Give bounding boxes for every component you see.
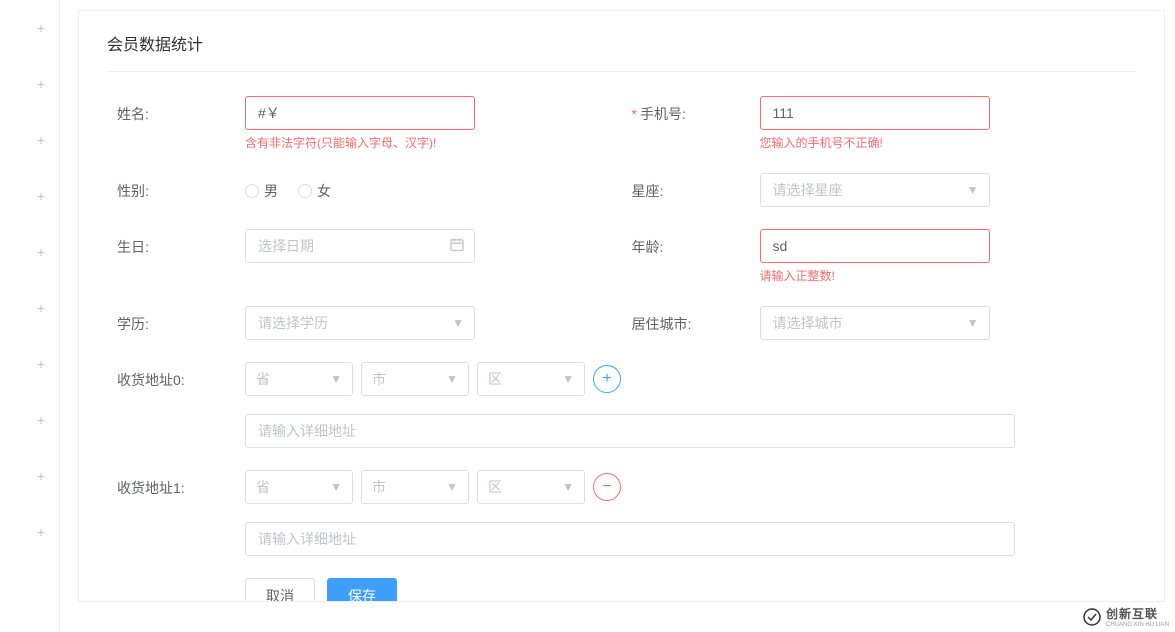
phone-error: 您输入的手机号不正确! [760, 134, 990, 151]
plus-icon: + [37, 300, 45, 316]
chevron-down-icon: ▼ [446, 372, 458, 386]
page-title: 会员数据统计 [107, 31, 1136, 72]
addr0-detail-input[interactable] [245, 414, 1015, 448]
phone-label: *手机号: [622, 96, 760, 124]
calendar-icon [449, 237, 465, 256]
plus-icon: + [37, 76, 45, 92]
select-placeholder: 请选择城市 [773, 313, 843, 333]
education-select[interactable]: 请选择学历 ▼ [245, 306, 475, 340]
save-button[interactable]: 保存 [327, 578, 397, 602]
zodiac-select[interactable]: 请选择星座 ▼ [760, 173, 990, 207]
sidebar-item[interactable]: + [0, 504, 59, 560]
sidebar-item[interactable]: + [0, 448, 59, 504]
age-label: 年龄: [622, 229, 760, 257]
gender-female-radio[interactable]: 女 [298, 181, 331, 201]
plus-icon: + [37, 244, 45, 260]
sidebar-item[interactable]: + [0, 168, 59, 224]
watermark-sub: CHUANG XIN HU LIAN [1106, 622, 1169, 628]
gender-male-radio[interactable]: 男 [245, 181, 278, 201]
plus-icon: + [37, 412, 45, 428]
cancel-button[interactable]: 取消 [245, 578, 315, 602]
chevron-down-icon: ▼ [446, 480, 458, 494]
select-placeholder: 请选择学历 [258, 313, 328, 333]
minus-icon: − [602, 478, 611, 496]
name-input[interactable] [245, 96, 475, 130]
chevron-down-icon: ▼ [562, 372, 574, 386]
addr1-detail-input[interactable] [245, 522, 1015, 556]
city-label: 居住城市: [622, 306, 760, 334]
main-card: 会员数据统计 姓名: 含有非法字符(只能输入字母、汉字)! *手机号: 您输入的… [78, 10, 1165, 602]
addr1-label: 收货地址1: [107, 470, 245, 498]
phone-label-text: 手机号: [640, 106, 686, 122]
plus-icon: + [37, 468, 45, 484]
chevron-down-icon: ▼ [330, 372, 342, 386]
sidebar: + + + + + + + + + + [0, 0, 60, 632]
remove-address-button[interactable]: − [593, 473, 621, 501]
birthday-label: 生日: [107, 229, 245, 257]
add-address-button[interactable]: + [593, 365, 621, 393]
name-error: 含有非法字符(只能输入字母、汉字)! [245, 134, 475, 151]
addr1-province-select[interactable]: 省▼ [245, 470, 353, 504]
birthday-input[interactable] [245, 229, 475, 263]
age-input[interactable] [760, 229, 990, 263]
chevron-down-icon: ▼ [967, 316, 979, 330]
form-actions: 取消 保存 [245, 578, 1136, 602]
addr0-label: 收货地址0: [107, 362, 245, 390]
watermark-main: 创新互联 [1106, 607, 1158, 621]
watermark: 创新互联 CHUANG XIN HU LIAN [1082, 605, 1169, 628]
plus-icon: + [37, 132, 45, 148]
gender-radio-group: 男 女 [245, 173, 475, 201]
sidebar-item[interactable]: + [0, 224, 59, 280]
chevron-down-icon: ▼ [452, 316, 464, 330]
radio-label: 女 [317, 181, 331, 201]
addr0-province-select[interactable]: 省▼ [245, 362, 353, 396]
sidebar-item[interactable]: + [0, 280, 59, 336]
form-row: 姓名: 含有非法字符(只能输入字母、汉字)! *手机号: 您输入的手机号不正确! [107, 96, 1136, 151]
select-placeholder: 请选择星座 [773, 180, 843, 200]
radio-icon [298, 184, 312, 198]
chevron-down-icon: ▼ [330, 480, 342, 494]
phone-input[interactable] [760, 96, 990, 130]
sidebar-item[interactable]: + [0, 336, 59, 392]
watermark-logo-icon [1082, 607, 1102, 627]
chevron-down-icon: ▼ [562, 480, 574, 494]
addr0-district-select[interactable]: 区▼ [477, 362, 585, 396]
plus-icon: + [602, 370, 611, 388]
sidebar-item[interactable]: + [0, 392, 59, 448]
radio-icon [245, 184, 259, 198]
addr0-city-select[interactable]: 市▼ [361, 362, 469, 396]
sidebar-item[interactable]: + [0, 112, 59, 168]
plus-icon: + [37, 524, 45, 540]
zodiac-label: 星座: [622, 173, 760, 201]
gender-label: 性别: [107, 173, 245, 201]
age-error: 请输入正整数! [760, 267, 990, 284]
required-mark: * [632, 106, 637, 122]
city-select[interactable]: 请选择城市 ▼ [760, 306, 990, 340]
addr1-city-select[interactable]: 市▼ [361, 470, 469, 504]
education-label: 学历: [107, 306, 245, 334]
plus-icon: + [37, 20, 45, 36]
radio-label: 男 [264, 181, 278, 201]
chevron-down-icon: ▼ [967, 183, 979, 197]
addr1-district-select[interactable]: 区▼ [477, 470, 585, 504]
sidebar-item[interactable]: + [0, 56, 59, 112]
plus-icon: + [37, 356, 45, 372]
sidebar-item[interactable]: + [0, 0, 59, 56]
plus-icon: + [37, 188, 45, 204]
name-label: 姓名: [107, 96, 245, 124]
